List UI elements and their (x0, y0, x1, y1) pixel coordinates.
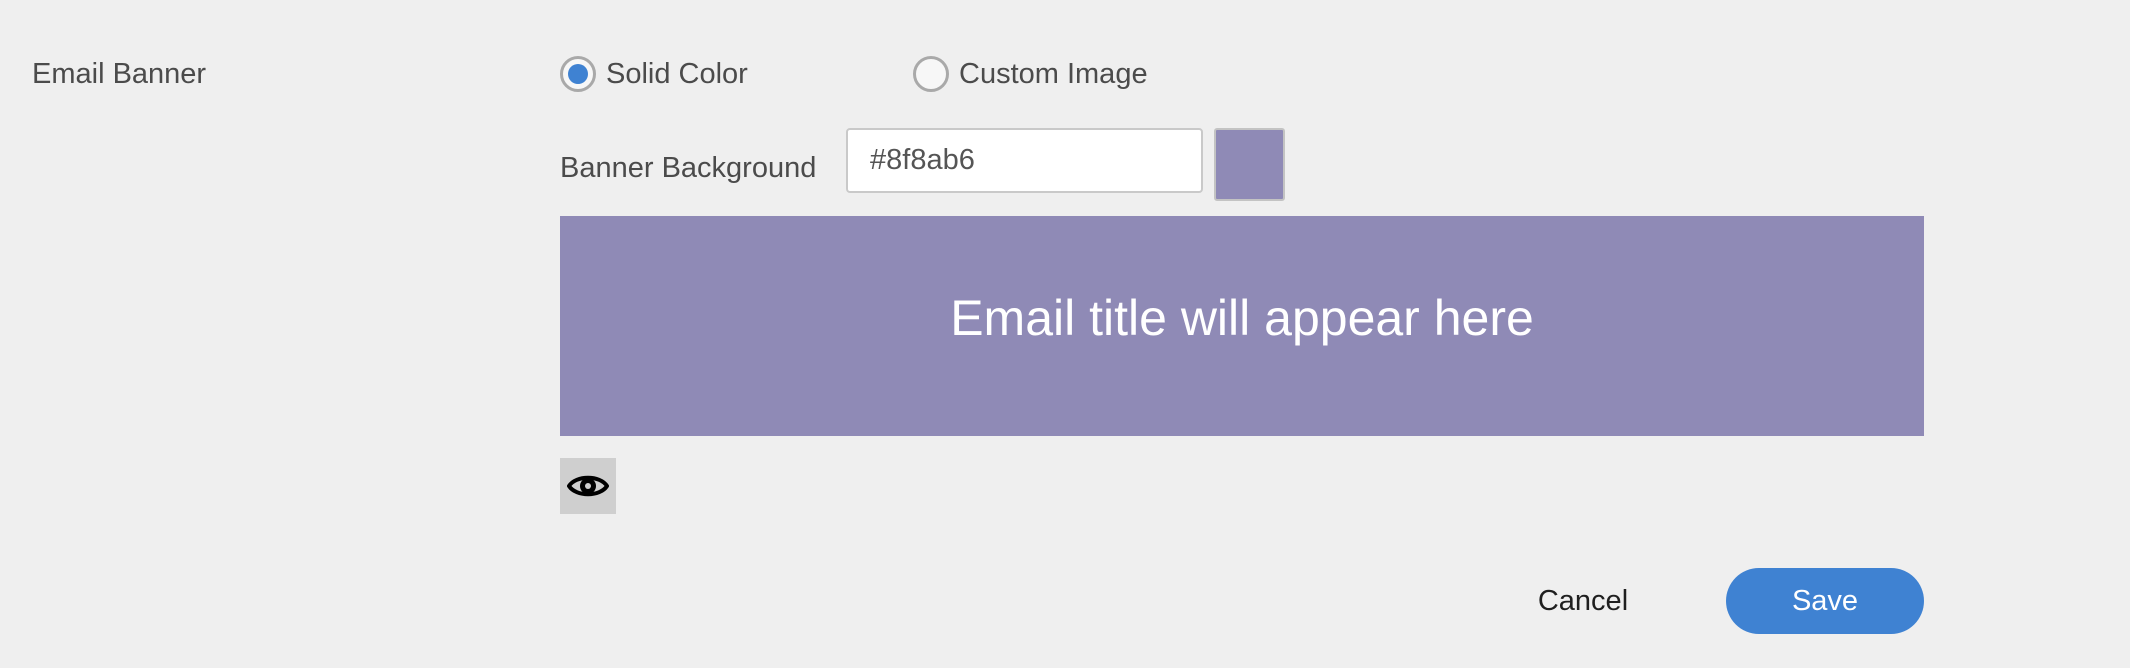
banner-background-input[interactable] (846, 128, 1203, 193)
custom-image-radio[interactable]: Custom Image (913, 54, 1148, 94)
banner-preview: Email title will appear here (560, 216, 1924, 436)
custom-image-label[interactable]: Custom Image (959, 58, 1148, 91)
cancel-button[interactable]: Cancel (1510, 568, 1656, 634)
email-banner-label: Email Banner (32, 58, 207, 90)
solid-color-radio[interactable]: Solid Color (560, 54, 748, 94)
preview-eye-button[interactable] (560, 458, 616, 514)
eye-icon (567, 475, 609, 497)
solid-color-label[interactable]: Solid Color (606, 58, 748, 91)
custom-image-radio-circle[interactable] (913, 56, 949, 92)
banner-preview-title: Email title will appear here (950, 290, 1534, 346)
solid-color-radio-circle[interactable] (560, 56, 596, 92)
radio-selected-dot (568, 64, 588, 84)
save-button[interactable]: Save (1726, 568, 1924, 634)
color-swatch[interactable] (1214, 128, 1285, 201)
banner-background-label: Banner Background (560, 152, 817, 184)
